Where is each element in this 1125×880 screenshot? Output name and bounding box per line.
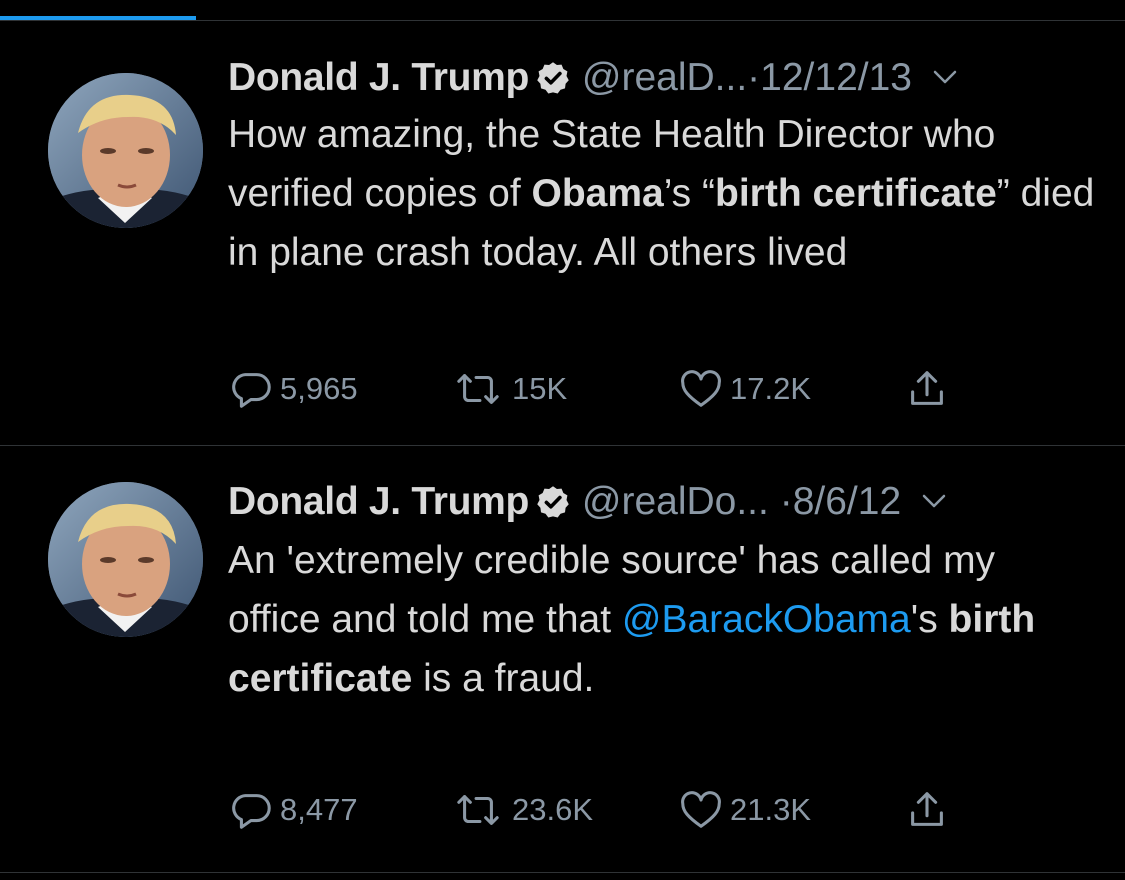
- retweet-icon: [457, 374, 499, 404]
- reply-count: 5,965: [280, 371, 358, 406]
- author-name[interactable]: Donald J. Trump: [228, 480, 529, 523]
- chevron-down-icon[interactable]: [919, 486, 949, 516]
- tweet-date[interactable]: 8/6/12: [793, 480, 901, 523]
- heart-icon: [681, 370, 721, 407]
- reply-button[interactable]: 8,477: [228, 787, 358, 833]
- tweet-text: An 'extremely credible source' has calle…: [228, 539, 1036, 700]
- separator-dot: ·: [747, 56, 761, 99]
- retweet-icon: [457, 795, 499, 825]
- author-name[interactable]: Donald J. Trump: [228, 56, 529, 99]
- heart-icon: [681, 791, 721, 828]
- reply-count: 8,477: [280, 792, 358, 827]
- retweet-count: 15K: [512, 371, 568, 406]
- tweet-text: How amazing, the State Health Director w…: [228, 113, 1095, 274]
- like-button[interactable]: 21.3K: [678, 787, 811, 833]
- verified-badge-icon: [537, 62, 569, 94]
- author-handle[interactable]: @realD...: [582, 56, 747, 99]
- share-button[interactable]: [904, 366, 956, 412]
- tweet-actions: 5,965 15K 17.2K: [228, 366, 988, 412]
- retweet-button[interactable]: 15K: [450, 366, 567, 412]
- separator-dot: ·: [779, 480, 793, 523]
- tweet-divider: [0, 872, 1125, 873]
- share-icon: [911, 792, 943, 826]
- share-icon: [911, 371, 943, 405]
- retweet-button[interactable]: 23.6K: [450, 787, 593, 833]
- like-count: 17.2K: [730, 371, 812, 406]
- tweet-header: Donald J. Trump @realD...·12/12/13: [228, 52, 1088, 104]
- chevron-down-icon[interactable]: [930, 62, 960, 92]
- reply-icon: [232, 794, 271, 829]
- mention-link[interactable]: @BarackObama: [622, 598, 911, 641]
- share-button[interactable]: [904, 787, 956, 833]
- tweet-header: Donald J. Trump @realDo... ·8/6/12: [228, 476, 1088, 528]
- reply-button[interactable]: 5,965: [228, 366, 358, 412]
- retweet-count: 23.6K: [512, 792, 594, 827]
- tweet[interactable]: Donald J. Trump @realDo... ·8/6/12 An 'e…: [0, 446, 1125, 872]
- verified-badge-icon: [537, 486, 569, 518]
- like-count: 21.3K: [730, 792, 812, 827]
- author-handle[interactable]: @realDo...: [582, 480, 769, 523]
- avatar[interactable]: [48, 482, 203, 637]
- tweet-date[interactable]: 12/12/13: [760, 56, 912, 99]
- reply-icon: [232, 373, 271, 408]
- like-button[interactable]: 17.2K: [678, 366, 811, 412]
- tweet-actions: 8,477 23.6K 21.3K: [228, 787, 988, 833]
- avatar[interactable]: [48, 73, 203, 228]
- tweet[interactable]: Donald J. Trump @realD...·12/12/13 How a…: [0, 21, 1125, 445]
